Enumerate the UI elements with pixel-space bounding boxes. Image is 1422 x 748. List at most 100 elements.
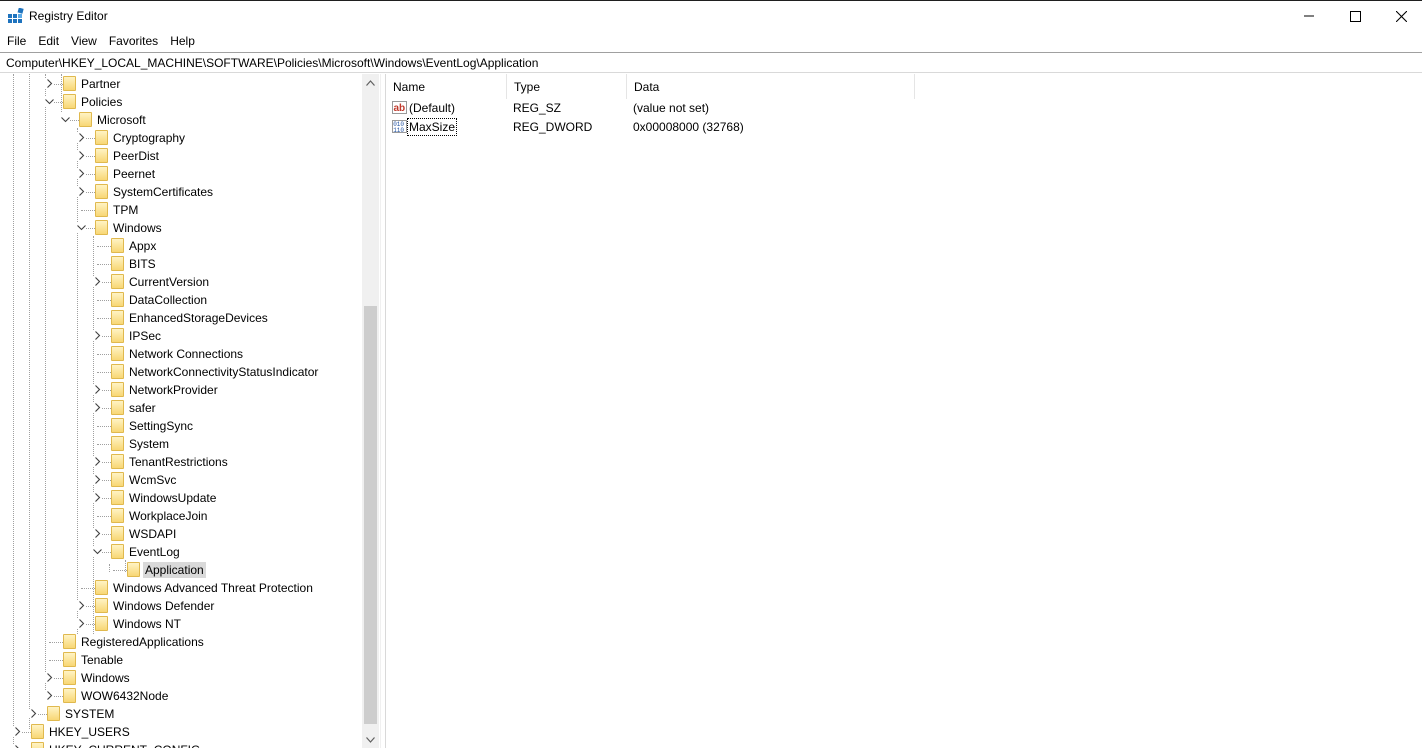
tree-node[interactable]: WindowsUpdate xyxy=(0,489,360,507)
collapsed-chevron-icon[interactable] xyxy=(93,475,102,484)
tree-node-label[interactable]: RegisteredApplications xyxy=(79,634,206,650)
expanded-chevron-icon[interactable] xyxy=(77,223,86,232)
column-header-type[interactable]: Type xyxy=(507,74,627,99)
tree-node[interactable]: HKEY_USERS xyxy=(0,723,360,741)
tree-node[interactable]: Network Connections xyxy=(0,345,360,363)
tree-node-label[interactable]: Partner xyxy=(79,76,122,92)
tree-node-label[interactable]: WorkplaceJoin xyxy=(127,508,209,524)
tree-node[interactable]: Windows Advanced Threat Protection xyxy=(0,579,360,597)
collapsed-chevron-icon[interactable] xyxy=(93,385,102,394)
tree-node[interactable]: Peernet xyxy=(0,165,360,183)
value-row[interactable]: ab (Default) REG_SZ (value not set) xyxy=(386,99,986,118)
value-name[interactable]: (Default) xyxy=(408,100,456,116)
tree-node-label[interactable]: Cryptography xyxy=(111,130,187,146)
tree-node[interactable]: SYSTEM xyxy=(0,705,360,723)
close-button[interactable] xyxy=(1378,1,1422,31)
tree-node-label[interactable]: DataCollection xyxy=(127,292,209,308)
collapsed-chevron-icon[interactable] xyxy=(77,619,86,628)
tree-node-label[interactable]: Windows xyxy=(111,220,164,236)
scroll-up-button[interactable] xyxy=(362,74,379,91)
tree-node[interactable]: TPM xyxy=(0,201,360,219)
tree-node-label[interactable]: safer xyxy=(127,400,158,416)
tree-node[interactable]: RegisteredApplications xyxy=(0,633,360,651)
collapsed-chevron-icon[interactable] xyxy=(45,79,54,88)
column-header-name[interactable]: Name xyxy=(386,74,507,99)
tree-node[interactable]: Policies xyxy=(0,93,360,111)
values-list-pane[interactable]: Name Type Data ab (Default) REG_SZ (value n… xyxy=(386,74,1422,748)
tree-node-label[interactable]: Tenable xyxy=(79,652,125,668)
tree-node-label[interactable]: Network Connections xyxy=(127,346,245,362)
tree-node[interactable]: Windows xyxy=(0,219,360,237)
tree-node-label[interactable]: SettingSync xyxy=(127,418,195,434)
tree-node-label[interactable]: Windows Advanced Threat Protection xyxy=(111,580,315,596)
tree-node-label[interactable]: TenantRestrictions xyxy=(127,454,230,470)
collapsed-chevron-icon[interactable] xyxy=(77,151,86,160)
tree-node[interactable]: Windows xyxy=(0,669,360,687)
tree-node[interactable]: TenantRestrictions xyxy=(0,453,360,471)
tree-node[interactable]: Windows NT xyxy=(0,615,360,633)
tree-node[interactable]: WOW6432Node xyxy=(0,687,360,705)
tree-node-label[interactable]: IPSec xyxy=(127,328,163,344)
expanded-chevron-icon[interactable] xyxy=(45,97,54,106)
tree-node-label[interactable]: System xyxy=(127,436,171,452)
tree-node[interactable]: WSDAPI xyxy=(0,525,360,543)
scrollbar-thumb[interactable] xyxy=(364,306,377,724)
tree-node-label[interactable]: WcmSvc xyxy=(127,472,178,488)
tree-node[interactable]: WorkplaceJoin xyxy=(0,507,360,525)
tree-node-label[interactable]: Windows Defender xyxy=(111,598,216,614)
tree-node[interactable]: EnhancedStorageDevices xyxy=(0,309,360,327)
maximize-button[interactable] xyxy=(1332,1,1378,31)
tree-node[interactable]: NetworkConnectivityStatusIndicator xyxy=(0,363,360,381)
collapsed-chevron-icon[interactable] xyxy=(77,187,86,196)
tree-node[interactable]: Application xyxy=(0,561,360,579)
tree-node-label[interactable]: NetworkConnectivityStatusIndicator xyxy=(127,364,320,380)
tree-node-label[interactable]: TPM xyxy=(111,202,140,218)
tree-node[interactable]: Windows Defender xyxy=(0,597,360,615)
address-bar[interactable]: Computer\HKEY_LOCAL_MACHINE\SOFTWARE\Pol… xyxy=(0,52,1422,73)
tree-node[interactable]: safer xyxy=(0,399,360,417)
tree-node-label[interactable]: WSDAPI xyxy=(127,526,178,542)
tree-node-label[interactable]: HKEY_USERS xyxy=(47,724,132,740)
tree-vertical-scrollbar[interactable] xyxy=(362,74,379,748)
tree-node-label[interactable]: SYSTEM xyxy=(63,706,116,722)
tree-node-label[interactable]: WOW6432Node xyxy=(79,688,170,704)
tree-node[interactable]: Cryptography xyxy=(0,129,360,147)
menu-favorites[interactable]: Favorites xyxy=(102,32,163,51)
collapsed-chevron-icon[interactable] xyxy=(93,331,102,340)
address-path[interactable]: Computer\HKEY_LOCAL_MACHINE\SOFTWARE\Pol… xyxy=(6,56,538,70)
tree-node-label[interactable]: Appx xyxy=(127,238,158,254)
collapsed-chevron-icon[interactable] xyxy=(29,709,38,718)
tree-node-label[interactable]: HKEY_CURRENT_CONFIG xyxy=(47,742,202,748)
collapsed-chevron-icon[interactable] xyxy=(93,529,102,538)
tree-node[interactable]: CurrentVersion xyxy=(0,273,360,291)
tree-node-label[interactable]: Windows xyxy=(79,670,132,686)
tree-node[interactable]: Microsoft xyxy=(0,111,360,129)
minimize-button[interactable] xyxy=(1286,1,1332,31)
tree-node[interactable]: Tenable xyxy=(0,651,360,669)
tree-node[interactable]: EventLog xyxy=(0,543,360,561)
tree-node[interactable]: Partner xyxy=(0,75,360,93)
collapsed-chevron-icon[interactable] xyxy=(77,601,86,610)
value-row[interactable]: 010 110 MaxSize REG_DWORD 0x00008000 (32768) xyxy=(386,118,986,137)
collapsed-chevron-icon[interactable] xyxy=(77,169,86,178)
tree-node-label[interactable]: SystemCertificates xyxy=(111,184,215,200)
tree-node[interactable]: Appx xyxy=(0,237,360,255)
collapsed-chevron-icon[interactable] xyxy=(45,691,54,700)
tree-node-label[interactable]: Application xyxy=(143,562,206,578)
tree-node[interactable]: System xyxy=(0,435,360,453)
tree-node-label[interactable]: NetworkProvider xyxy=(127,382,220,398)
expanded-chevron-icon[interactable] xyxy=(93,547,102,556)
tree-node-label[interactable]: EventLog xyxy=(127,544,182,560)
collapsed-chevron-icon[interactable] xyxy=(93,493,102,502)
tree-node-label[interactable]: BITS xyxy=(127,256,158,272)
menu-file[interactable]: File xyxy=(0,32,31,51)
collapsed-chevron-icon[interactable] xyxy=(77,133,86,142)
tree-node[interactable]: BITS xyxy=(0,255,360,273)
tree-node[interactable]: DataCollection xyxy=(0,291,360,309)
tree-node-label[interactable]: EnhancedStorageDevices xyxy=(127,310,270,326)
key-tree-pane[interactable]: Partner Policies Microsoft Cryptography Peer… xyxy=(0,74,380,748)
tree-node-label[interactable]: Microsoft xyxy=(95,112,148,128)
tree-node[interactable]: SystemCertificates xyxy=(0,183,360,201)
tree-node[interactable]: SettingSync xyxy=(0,417,360,435)
tree-node-label[interactable]: Windows NT xyxy=(111,616,183,632)
